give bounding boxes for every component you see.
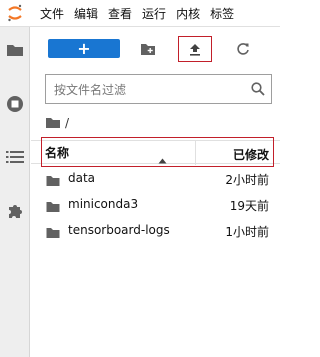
breadcrumb-separator: / [65, 116, 70, 130]
filter-placeholder: 按文件名过滤 [54, 82, 127, 97]
list-icon [6, 151, 24, 163]
menu-file[interactable]: 文件 [40, 5, 64, 22]
refresh-icon [237, 43, 249, 55]
stop-circle-icon [7, 96, 23, 112]
menu-edit[interactable]: 编辑 [74, 5, 98, 22]
extensions-tab[interactable] [0, 196, 30, 226]
list-item-data[interactable]: data 2小时前 [31, 166, 280, 192]
breadcrumb: / [45, 113, 69, 133]
new-launcher-button[interactable]: + [48, 39, 120, 58]
file-modified: 2小时前 [225, 173, 269, 187]
folder-icon [46, 224, 60, 243]
data-row-highlight-box [41, 137, 274, 167]
menu-view[interactable]: 查看 [108, 5, 132, 22]
file-browser-tab[interactable] [0, 35, 30, 65]
new-folder-button[interactable] [136, 37, 160, 61]
list-item-tensorboard-logs[interactable]: tensorboard-logs 1小时前 [31, 218, 280, 244]
activity-bar [0, 27, 30, 357]
file-modified: 1小时前 [225, 225, 269, 239]
folder-icon [46, 198, 60, 217]
file-modified: 19天前 [229, 199, 269, 213]
file-name: data [68, 171, 96, 185]
folder-icon [7, 45, 23, 56]
upload-button[interactable] [183, 37, 207, 61]
menu-tabs[interactable]: 标签 [210, 5, 234, 22]
list-item-miniconda3[interactable]: miniconda3 19天前 [31, 192, 280, 218]
menu-kernel[interactable]: 内核 [176, 5, 200, 22]
file-browser-toolbar: + [31, 27, 280, 71]
file-name: miniconda3 [68, 197, 139, 211]
jupyter-logo-icon [0, 0, 30, 27]
menu-run[interactable]: 运行 [142, 5, 166, 22]
file-browser-panel: + 按文件名过滤 / 名称 已修改 data 2小时前 miniconda3 1… [31, 27, 280, 357]
new-folder-icon [141, 43, 155, 55]
refresh-button[interactable] [231, 37, 255, 61]
running-tab[interactable] [0, 89, 30, 119]
upload-icon [190, 43, 200, 56]
menu-bar: 文件 编辑 查看 运行 内核 标签 [0, 0, 280, 27]
folder-icon [46, 172, 60, 191]
home-folder-icon[interactable] [45, 114, 61, 133]
commands-tab[interactable] [0, 142, 30, 172]
search-icon [245, 75, 271, 103]
filter-input[interactable]: 按文件名过滤 [45, 74, 272, 104]
file-name: tensorboard-logs [68, 223, 170, 237]
puzzle-icon [9, 205, 22, 218]
